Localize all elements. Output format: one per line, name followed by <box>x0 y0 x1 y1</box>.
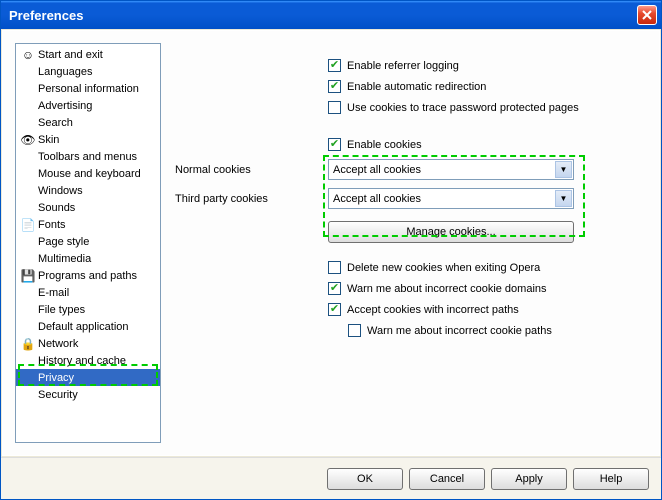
lock-icon: 🔒 <box>20 336 36 352</box>
warn-paths-checkbox[interactable] <box>348 324 361 337</box>
tree-item-pagestyle[interactable]: Page style <box>16 233 160 250</box>
tree-item-mouse[interactable]: Mouse and keyboard <box>16 165 160 182</box>
tree-item-email[interactable]: E-mail <box>16 284 160 301</box>
enable-referrer-checkbox[interactable]: ✔ <box>328 59 341 72</box>
tree-item-fonts[interactable]: 📄Fonts <box>16 216 160 233</box>
apply-button[interactable]: Apply <box>491 468 567 490</box>
tree-item-privacy[interactable]: Privacy <box>16 369 160 386</box>
normal-cookies-select[interactable]: Accept all cookies ▼ <box>328 159 574 180</box>
tree-item-programs[interactable]: 💾Programs and paths <box>16 267 160 284</box>
warn-domains-checkbox[interactable]: ✔ <box>328 282 341 295</box>
settings-panel: ✔ Enable referrer logging ✔ Enable autom… <box>173 43 647 443</box>
tree-item-personal[interactable]: Personal information <box>16 80 160 97</box>
tree-item-network[interactable]: 🔒Network <box>16 335 160 352</box>
tree-item-toolbars[interactable]: Toolbars and menus <box>16 148 160 165</box>
category-tree[interactable]: ☺Start and exit Languages Personal infor… <box>15 43 161 443</box>
warn-paths-label: Warn me about incorrect cookie paths <box>367 325 552 337</box>
content-area: ☺Start and exit Languages Personal infor… <box>15 43 647 443</box>
tree-item-security[interactable]: Security <box>16 386 160 403</box>
face-icon: ☺ <box>20 47 36 63</box>
close-button[interactable] <box>637 5 657 25</box>
delete-new-checkbox[interactable] <box>328 261 341 274</box>
tree-item-search[interactable]: Search <box>16 114 160 131</box>
enable-redirect-checkbox[interactable]: ✔ <box>328 80 341 93</box>
normal-cookies-label: Normal cookies <box>173 164 328 176</box>
delete-new-label: Delete new cookies when exiting Opera <box>347 262 540 274</box>
chevron-down-icon: ▼ <box>555 161 572 178</box>
manage-cookies-button[interactable]: Manage cookies... <box>328 221 574 243</box>
tree-item-filetypes[interactable]: File types <box>16 301 160 318</box>
tree-item-windows[interactable]: Windows <box>16 182 160 199</box>
tree-item-languages[interactable]: Languages <box>16 63 160 80</box>
tree-item-defaultapp[interactable]: Default application <box>16 318 160 335</box>
tree-item-start[interactable]: ☺Start and exit <box>16 46 160 63</box>
accept-incorrect-label: Accept cookies with incorrect paths <box>347 304 519 316</box>
enable-referrer-label: Enable referrer logging <box>347 60 459 72</box>
preferences-window: Preferences ☺Start and exit Languages Pe… <box>0 0 662 500</box>
tree-item-multimedia[interactable]: Multimedia <box>16 250 160 267</box>
titlebar: Preferences <box>1 1 661 29</box>
disk-icon: 💾 <box>20 268 36 284</box>
tree-item-sounds[interactable]: Sounds <box>16 199 160 216</box>
third-party-select[interactable]: Accept all cookies ▼ <box>328 188 574 209</box>
page-icon: 📄 <box>20 217 36 233</box>
enable-redirect-label: Enable automatic redirection <box>347 81 486 93</box>
tree-item-skin[interactable]: 👁Skin <box>16 131 160 148</box>
dialog-footer: OK Cancel Apply Help <box>1 457 661 499</box>
accept-incorrect-checkbox[interactable]: ✔ <box>328 303 341 316</box>
help-button[interactable]: Help <box>573 468 649 490</box>
use-cookies-trace-label: Use cookies to trace password protected … <box>347 102 579 114</box>
dialog-body: ☺Start and exit Languages Personal infor… <box>2 30 660 456</box>
window-title: Preferences <box>9 8 637 23</box>
ok-button[interactable]: OK <box>327 468 403 490</box>
eye-icon: 👁 <box>20 132 36 148</box>
enable-cookies-label: Enable cookies <box>347 139 422 151</box>
chevron-down-icon: ▼ <box>555 190 572 207</box>
use-cookies-trace-checkbox[interactable] <box>328 101 341 114</box>
cancel-button[interactable]: Cancel <box>409 468 485 490</box>
third-party-label: Third party cookies <box>173 193 328 205</box>
warn-domains-label: Warn me about incorrect cookie domains <box>347 283 547 295</box>
tree-item-advertising[interactable]: Advertising <box>16 97 160 114</box>
tree-item-history[interactable]: History and cache <box>16 352 160 369</box>
enable-cookies-checkbox[interactable]: ✔ <box>328 138 341 151</box>
